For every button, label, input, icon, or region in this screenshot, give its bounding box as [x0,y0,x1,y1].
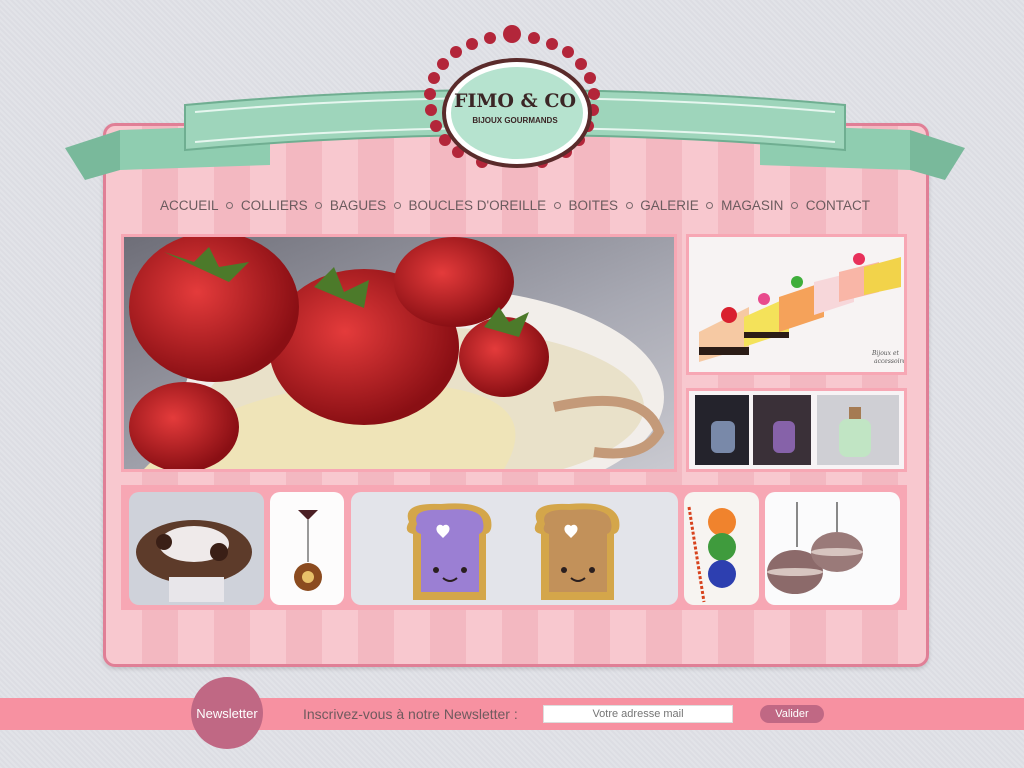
thumb-toast-earrings[interactable] [351,492,678,605]
logo-subtitle: BIJOUX GOURMANDS [472,116,558,125]
nav-bagues[interactable]: Bagues [330,198,386,213]
logo-title: FIMO & CO [453,90,576,112]
nav-contact[interactable]: Contact [806,198,870,213]
watermark-line2: accessoires [874,358,904,365]
main-nav: Accueil Colliers Bagues Boucles d'oreill… [160,195,870,215]
nav-separator-icon [226,201,234,209]
thumb-spoon-necklace[interactable] [270,492,344,605]
newsletter-submit-button[interactable]: Valider [760,705,824,723]
nav-magasin[interactable]: Magasin [721,198,783,213]
logo-center [446,62,588,164]
nav-separator-icon [791,201,799,209]
nav-separator-icon [625,201,633,209]
nav-separator-icon [393,201,401,209]
nav-colliers[interactable]: Colliers [241,198,308,213]
nav-boites[interactable]: Boites [568,198,618,213]
newsletter-email-input[interactable] [543,705,733,723]
nav-separator-icon [706,201,714,209]
nav-accueil[interactable]: Accueil [160,198,219,213]
watermark-line1: Bijoux et [871,350,900,357]
thumb-macaron-earrings[interactable] [765,492,900,605]
nav-separator-icon [315,201,323,209]
newsletter-badge: Newsletter [191,677,263,749]
thumb-chocolate-box[interactable] [129,492,264,605]
newsletter-label: Inscrivez-vous à notre Newsletter : [303,706,518,722]
cake-slices-image[interactable]: accessoires Bijoux et [689,237,904,372]
thumb-octopus-necklace[interactable] [684,492,759,605]
nav-galerie[interactable]: Galerie [640,198,699,213]
nav-boucles-oreille[interactable]: Boucles d'oreille [409,198,547,213]
hero-strawberry-image[interactable] [124,237,674,469]
bottles-image[interactable] [689,391,904,469]
nav-separator-icon [553,201,561,209]
